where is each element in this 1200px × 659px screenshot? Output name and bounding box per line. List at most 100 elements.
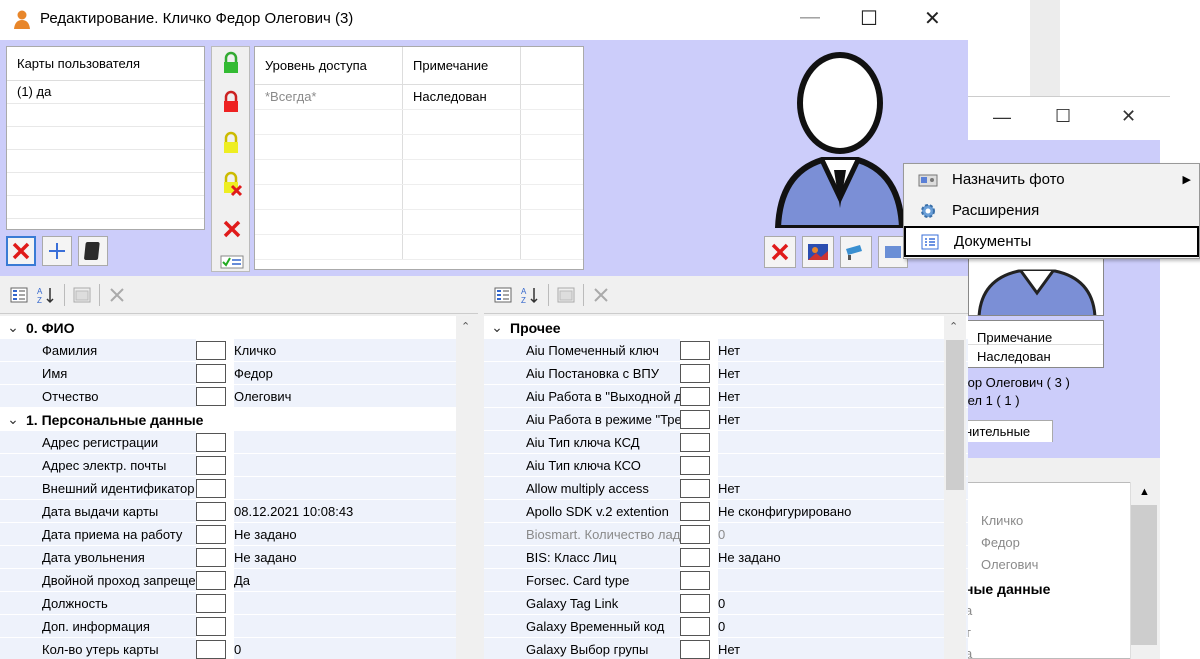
card-reader-button[interactable] xyxy=(78,236,108,266)
property-value[interactable]: Не задано xyxy=(718,546,968,569)
property-row[interactable]: Aiu Тип ключа КСО xyxy=(484,454,968,477)
property-row[interactable]: Galaxy Tag Link 0 xyxy=(484,592,968,615)
property-flag-box[interactable] xyxy=(680,341,710,360)
property-flag-box[interactable] xyxy=(196,640,226,659)
property-value[interactable] xyxy=(234,431,478,454)
card-row[interactable] xyxy=(7,196,204,219)
property-value[interactable]: Не задано xyxy=(234,546,478,569)
property-value[interactable]: Федор xyxy=(234,362,478,385)
chevron-down-icon[interactable]: ⌄ xyxy=(484,319,510,336)
property-row[interactable]: Allow multiply access Нет xyxy=(484,477,968,500)
property-value[interactable]: 0 xyxy=(718,592,968,615)
menu-item-documents[interactable]: Документы xyxy=(904,226,1199,257)
property-pages-icon[interactable] xyxy=(71,284,93,306)
minimize-button[interactable]: — xyxy=(800,6,820,29)
property-flag-box[interactable] xyxy=(680,387,710,406)
table-row[interactable]: *Всегда* Наследован xyxy=(255,85,583,110)
remove-lock-icon[interactable] xyxy=(221,171,243,197)
property-flag-box[interactable] xyxy=(680,410,710,429)
property-flag-box[interactable] xyxy=(196,456,226,475)
property-flag-box[interactable] xyxy=(680,640,710,659)
card-row[interactable] xyxy=(7,173,204,196)
property-row[interactable]: Galaxy Выбор групы Нет xyxy=(484,638,968,659)
categorized-icon[interactable] xyxy=(492,284,514,306)
property-value[interactable]: Нет xyxy=(718,408,968,431)
property-row[interactable]: BIS: Класс Лиц Не задано xyxy=(484,546,968,569)
chevron-up-icon[interactable]: ▲ xyxy=(1139,486,1150,498)
delete-access-icon[interactable] xyxy=(222,219,242,239)
property-flag-box[interactable] xyxy=(680,433,710,452)
bg-maximize-button[interactable]: ☐ xyxy=(1055,106,1071,127)
property-value[interactable] xyxy=(234,454,478,477)
column-access-level[interactable]: Уровень доступа xyxy=(255,47,403,84)
column-note[interactable]: Примечание xyxy=(403,47,521,84)
add-card-button[interactable] xyxy=(42,236,72,266)
sort-az-icon[interactable]: AZ xyxy=(520,284,542,306)
property-value[interactable]: Нет xyxy=(718,385,968,408)
property-row[interactable]: Фамилия Кличко xyxy=(0,339,478,362)
property-row[interactable]: Двойной проход запреще Да xyxy=(0,569,478,592)
property-value[interactable]: Нет xyxy=(718,477,968,500)
table-row[interactable] xyxy=(255,160,583,185)
property-value[interactable]: Олегович xyxy=(234,385,478,408)
chevron-up-icon[interactable]: ⌃ xyxy=(949,320,958,333)
right-grid-scrollbar-thumb[interactable] xyxy=(946,340,964,490)
category-row[interactable]: ⌄ Прочее xyxy=(484,316,968,339)
maximize-button[interactable]: ☐ xyxy=(860,6,878,31)
property-value[interactable]: Да xyxy=(234,569,478,592)
property-row[interactable]: Apollo SDK v.2 extention Не сконфигуриров… xyxy=(484,500,968,523)
table-row[interactable] xyxy=(255,110,583,135)
property-row[interactable]: Galaxy Временный код 0 xyxy=(484,615,968,638)
property-flag-box[interactable] xyxy=(196,548,226,567)
property-flag-box[interactable] xyxy=(196,594,226,613)
category-row[interactable]: ⌄ 0. ФИО xyxy=(0,316,478,339)
delete-card-button[interactable] xyxy=(6,236,36,266)
property-flag-box[interactable] xyxy=(196,387,226,406)
property-value[interactable] xyxy=(718,569,968,592)
chevron-down-icon[interactable]: ⌄ xyxy=(0,411,26,428)
card-row[interactable] xyxy=(7,104,204,127)
property-row[interactable]: Biosmart. Количество ладо 0 xyxy=(484,523,968,546)
table-row[interactable] xyxy=(255,135,583,160)
card-row[interactable] xyxy=(7,150,204,173)
chevron-down-icon[interactable]: ⌄ xyxy=(0,319,26,336)
chevron-up-icon[interactable]: ⌃ xyxy=(461,320,470,333)
table-row[interactable] xyxy=(255,185,583,210)
property-value[interactable]: Нет xyxy=(718,362,968,385)
property-flag-box[interactable] xyxy=(680,502,710,521)
access-levels-table[interactable]: Уровень доступа Примечание *Всегда* Насл… xyxy=(254,46,584,270)
bg-close-button[interactable]: ✕ xyxy=(1121,106,1136,127)
property-row[interactable]: Доп. информация xyxy=(0,615,478,638)
property-row[interactable]: Адрес электр. почты xyxy=(0,454,478,477)
table-row[interactable] xyxy=(255,235,583,260)
property-flag-box[interactable] xyxy=(196,617,226,636)
green-lock-icon[interactable] xyxy=(221,51,241,75)
user-cards-list[interactable]: Карты пользователя (1) да xyxy=(6,46,205,230)
table-row[interactable] xyxy=(255,210,583,235)
property-flag-box[interactable] xyxy=(680,571,710,590)
property-row[interactable]: Адрес регистрации xyxy=(0,431,478,454)
property-flag-box[interactable] xyxy=(680,548,710,567)
property-row[interactable]: Имя Федор xyxy=(0,362,478,385)
sort-az-icon[interactable]: AZ xyxy=(36,284,58,306)
property-flag-box[interactable] xyxy=(196,479,226,498)
property-value[interactable] xyxy=(234,615,478,638)
property-row[interactable]: Forsec. Card type xyxy=(484,569,968,592)
bg-scrollbar-thumb[interactable] xyxy=(1131,505,1157,645)
property-row[interactable]: Дата увольнения Не задано xyxy=(0,546,478,569)
property-row[interactable]: Внешний идентификатор xyxy=(0,477,478,500)
property-row[interactable]: Должность xyxy=(0,592,478,615)
property-flag-box[interactable] xyxy=(196,364,226,383)
camera-photo-button[interactable] xyxy=(840,236,872,268)
property-flag-box[interactable] xyxy=(680,456,710,475)
property-value[interactable]: Не сконфигурировано xyxy=(718,500,968,523)
property-row[interactable]: Дата выдачи карты 08.12.2021 10:08:43 xyxy=(0,500,478,523)
property-flag-box[interactable] xyxy=(680,479,710,498)
delete-icon[interactable] xyxy=(590,284,612,306)
property-flag-box[interactable] xyxy=(680,364,710,383)
property-flag-box[interactable] xyxy=(680,525,710,544)
yellow-lock-icon[interactable] xyxy=(221,131,241,155)
menu-item-assign-photo[interactable]: Назначить фото ▶ xyxy=(904,164,1199,195)
card-row[interactable] xyxy=(7,127,204,150)
property-flag-box[interactable] xyxy=(196,502,226,521)
